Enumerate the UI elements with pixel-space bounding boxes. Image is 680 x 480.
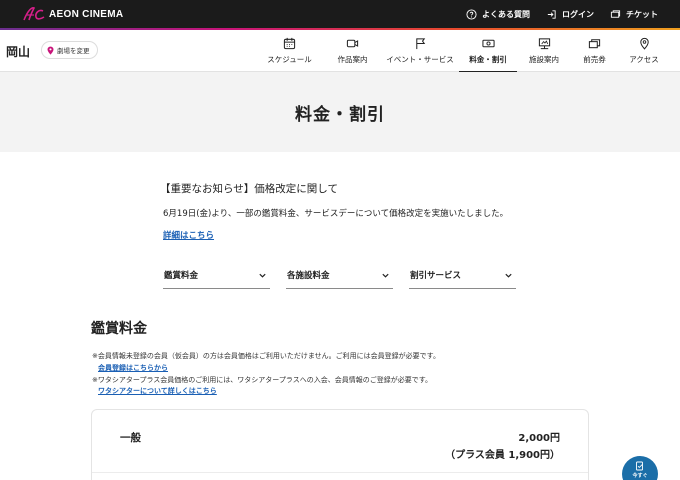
notice-details-link[interactable]: 詳細はこちら bbox=[163, 229, 214, 241]
watatheater-info-link[interactable]: ワタシアターについて詳しくはこちら bbox=[98, 386, 217, 396]
faq-link[interactable]: よくある質問 bbox=[466, 8, 530, 20]
theater-name: 岡山 bbox=[6, 45, 31, 59]
login-link[interactable]: ログイン bbox=[546, 9, 594, 20]
nav-item-facilities[interactable]: 施設案内 bbox=[517, 30, 571, 72]
calendar-icon bbox=[283, 37, 296, 50]
checklist-icon bbox=[636, 461, 643, 471]
site-header: 岡山 劇場を変更 スケジュール 作品案内 イベント・サービス 料金・割引 施設案… bbox=[0, 30, 680, 73]
change-theater-label: 劇場を変更 bbox=[57, 47, 90, 55]
flag-icon bbox=[415, 38, 425, 50]
faq-label: よくある質問 bbox=[482, 9, 530, 19]
ticket-icon bbox=[610, 9, 621, 18]
login-icon bbox=[547, 9, 556, 19]
member-price-value: （プラス会員 1,900円） bbox=[445, 450, 560, 461]
price-value: 2,000円 bbox=[518, 433, 560, 444]
section-title: 鑑賞料金 bbox=[91, 321, 147, 337]
quick-action-button[interactable]: 今すぐ bbox=[622, 456, 658, 480]
nav-item-access[interactable]: アクセス bbox=[618, 30, 670, 72]
money-icon bbox=[481, 39, 495, 48]
location-pin-icon bbox=[47, 46, 54, 55]
logo-text: AEON CINEMA bbox=[49, 8, 124, 20]
change-theater-button[interactable]: 劇場を変更 bbox=[41, 41, 98, 59]
page-title: 料金・割引 bbox=[295, 104, 385, 125]
logo-mark-icon bbox=[23, 7, 45, 21]
ticket-link[interactable]: チケット bbox=[610, 9, 658, 20]
member-note: ※会員情報未登録の会員（仮会員）の方は会員価格はご利用いただけません。ご利用には… bbox=[92, 352, 440, 360]
price-table: 一般 2,000円 （プラス会員 1,900円） bbox=[91, 409, 589, 480]
row-divider bbox=[92, 472, 588, 473]
chevron-down-icon bbox=[505, 273, 512, 278]
ticket-label: チケット bbox=[626, 9, 658, 19]
nav-label-pricing: 料金・割引 bbox=[469, 55, 507, 64]
price-row-label: 一般 bbox=[120, 432, 141, 444]
chevron-down-icon bbox=[259, 273, 266, 278]
tickets-icon bbox=[588, 39, 601, 49]
chevron-down-icon bbox=[382, 273, 389, 278]
nav-item-advance-tickets[interactable]: 前売券 bbox=[571, 30, 618, 72]
nav-item-events[interactable]: イベント・サービス bbox=[381, 30, 459, 72]
dropdown-label: 鑑賞料金 bbox=[164, 271, 199, 281]
quick-action-label: 今すぐ bbox=[632, 473, 648, 479]
notice-body: 6月19日(金)より、一部の鑑賞料金、サービスデーについて価格改定を実施いたしま… bbox=[163, 209, 509, 219]
nav-label-facilities: 施設案内 bbox=[529, 55, 559, 64]
top-bar: AEON CINEMA よくある質問 ログイン チケット bbox=[0, 0, 680, 28]
nav-label-advance-tickets: 前売券 bbox=[583, 55, 606, 64]
notice-title: 【重要なお知らせ】価格改定に関して bbox=[160, 183, 338, 195]
nav-item-movies[interactable]: 作品案内 bbox=[324, 30, 381, 72]
dropdown-discount-services[interactable]: 割引サービス bbox=[409, 262, 516, 289]
top-links: よくある質問 ログイン チケット bbox=[466, 0, 658, 28]
dropdown-viewing-fees[interactable]: 鑑賞料金 bbox=[163, 262, 270, 289]
help-circle-icon bbox=[466, 8, 477, 20]
nav-item-schedule[interactable]: スケジュール bbox=[255, 30, 324, 72]
video-camera-icon bbox=[346, 39, 359, 48]
nav-label-movies: 作品案内 bbox=[337, 55, 368, 64]
dropdown-facility-fees[interactable]: 各施設料金 bbox=[286, 262, 393, 289]
map-pin-icon bbox=[639, 37, 649, 50]
nav-label-schedule: スケジュール bbox=[267, 55, 312, 64]
member-registration-link[interactable]: 会員登録はこちらから bbox=[98, 363, 168, 373]
aeon-cinema-logo[interactable]: AEON CINEMA bbox=[22, 6, 123, 22]
dropdown-label: 各施設料金 bbox=[287, 271, 330, 281]
nav-label-events: イベント・サービス bbox=[386, 55, 454, 64]
nav-label-access: アクセス bbox=[629, 55, 659, 64]
plus-member-note: ※ワタシアタープラス会員価格のご利用には、ワタシアタープラスへの入会、会員情報の… bbox=[92, 376, 433, 384]
dropdown-label: 割引サービス bbox=[410, 271, 462, 281]
screen-icon bbox=[538, 38, 550, 50]
login-label: ログイン bbox=[562, 9, 594, 19]
main-nav: スケジュール 作品案内 イベント・サービス 料金・割引 施設案内 前売券 アクセ… bbox=[255, 30, 670, 73]
page-title-band: 料金・割引 bbox=[0, 72, 680, 152]
nav-item-pricing[interactable]: 料金・割引 bbox=[459, 30, 517, 73]
